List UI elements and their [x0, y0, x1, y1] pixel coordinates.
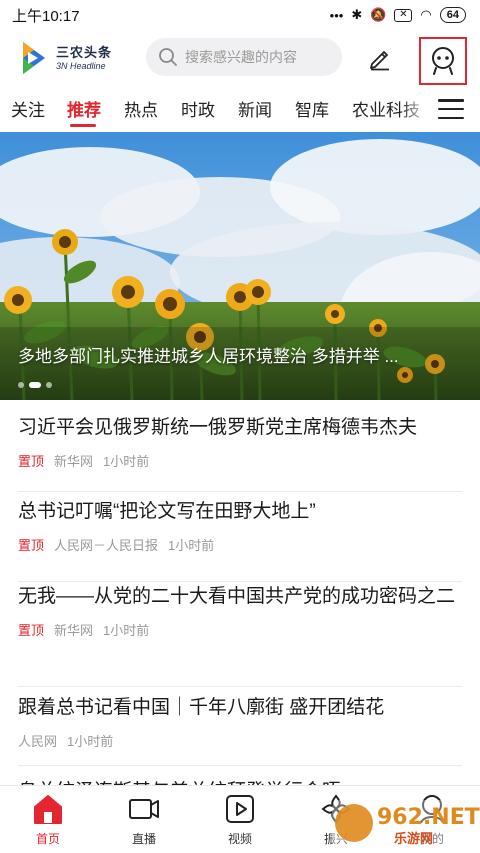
menu-line: [438, 99, 464, 102]
search-placeholder: 搜索感兴趣的内容: [185, 49, 297, 65]
pinned-badge: 置顶: [18, 538, 45, 553]
search-input[interactable]: 搜索感兴趣的内容: [146, 38, 342, 76]
news-title: 总书记叮嘱“把论文写在田野大地上”: [18, 501, 316, 522]
active-tab-indicator: [70, 124, 96, 127]
logo-title: 三农头条: [56, 44, 113, 60]
banner-carousel[interactable]: 多地多部门扎实推进城乡人居环境整治 多措并举 ...: [0, 132, 480, 400]
news-source: 新华网: [54, 454, 94, 469]
news-source: 新华网: [54, 623, 94, 638]
live-camera-icon: [129, 799, 159, 819]
logo-play-icon: [23, 42, 45, 74]
nav-live[interactable]: 直播: [109, 792, 179, 847]
logo-subtitle: 3N Headline: [56, 60, 106, 71]
tab-fade: [400, 88, 430, 132]
nav-label-video: 视频: [227, 832, 252, 846]
svg-text:乐游网: 乐游网: [394, 831, 433, 847]
nav-video[interactable]: 视频: [205, 792, 275, 847]
search-icon: [159, 48, 177, 66]
tab-hot[interactable]: 热点: [124, 96, 158, 121]
status-time: 上午10:17: [12, 7, 80, 25]
tab-politics[interactable]: 时政: [181, 96, 215, 121]
nav-home[interactable]: 首页: [13, 792, 83, 847]
pinned-badge: 置顶: [18, 623, 45, 638]
news-title: 无我——从党的二十大看中国共产党的成功密码之二: [18, 586, 456, 607]
channel-menu-button[interactable]: [436, 94, 466, 124]
mute-icon: 🔕: [370, 7, 387, 22]
news-item[interactable]: 习近平会见俄罗斯统一俄罗斯党主席梅德韦杰夫 置顶 新华网 1小时前: [18, 414, 462, 492]
category-tabs: 关注 推荐 热点 时政 新闻 智库 农业科技: [0, 88, 480, 132]
menu-line: [438, 107, 464, 111]
news-item[interactable]: 跟着总书记看中国｜千年八廓街 盛开团结花 人民网 1小时前: [18, 694, 462, 766]
tab-think-tank[interactable]: 智库: [295, 96, 329, 121]
news-title: 跟着总书记看中国｜千年八廓街 盛开团结花: [18, 697, 385, 718]
nav-label-live: 直播: [131, 832, 156, 846]
carousel-dot: [18, 382, 24, 388]
dots-icon: •••: [329, 7, 344, 23]
tab-follow[interactable]: 关注: [11, 96, 45, 121]
news-source: 人民网: [18, 734, 58, 749]
user-profile-button[interactable]: [419, 37, 467, 85]
bluetooth-icon: ✱: [351, 7, 363, 22]
status-bar: 上午10:17 ••• ✱ 🔕 ✕ ◠ 64: [0, 0, 480, 30]
watermark-logo: 962.NET 乐游网: [332, 800, 480, 847]
svg-text:962.NET: 962.NET: [377, 805, 480, 830]
carousel-dots: [18, 382, 52, 388]
pinned-badge: 置顶: [18, 454, 45, 469]
news-item[interactable]: 无我——从党的二十大看中国共产党的成功密码之二 置顶 新华网 1小时前: [18, 583, 462, 687]
sim-icon: ✕: [394, 8, 413, 22]
tab-news[interactable]: 新闻: [238, 96, 272, 121]
status-icons: ••• ✱ 🔕 ✕ ◠ 64: [330, 7, 466, 23]
menu-line: [438, 116, 464, 119]
nav-label-home: 首页: [35, 832, 60, 846]
news-source: 人民网－人民日报: [54, 538, 159, 553]
home-icon: [34, 795, 62, 824]
pencil-icon: [370, 51, 389, 71]
tab-recommend[interactable]: 推荐: [67, 96, 101, 121]
news-time: 1小时前: [103, 454, 150, 469]
news-item[interactable]: 总书记叮嘱“把论文写在田野大地上” 置顶 人民网－人民日报 1小时前: [18, 498, 462, 582]
app-header: 三农头条 3N Headline 搜索感兴趣的内容: [0, 30, 480, 88]
news-time: 1小时前: [103, 623, 150, 638]
battery-icon: 64: [439, 7, 466, 23]
carousel-dot: [46, 382, 52, 388]
news-title: 习近平会见俄罗斯统一俄罗斯党主席梅德韦杰夫: [18, 417, 418, 438]
wifi-icon: ◠: [420, 7, 432, 22]
news-time: 1小时前: [168, 538, 215, 553]
carousel-dot-active: [29, 382, 41, 388]
video-play-icon: [226, 795, 254, 823]
edit-button[interactable]: [362, 40, 398, 76]
user-face-icon: [432, 47, 454, 75]
banner-caption: 多地多部门扎实推进城乡人居环境整治 多措并举 ...: [18, 347, 399, 366]
news-time: 1小时前: [67, 734, 114, 749]
app-logo[interactable]: 三农头条 3N Headline: [14, 38, 132, 78]
